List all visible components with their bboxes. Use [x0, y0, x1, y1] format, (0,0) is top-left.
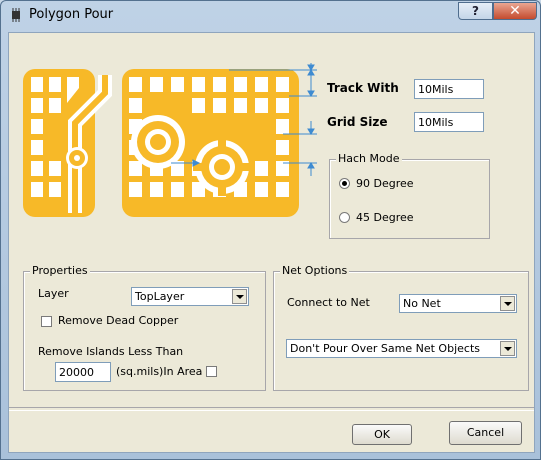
- properties-title: Properties: [30, 264, 90, 277]
- layer-label: Layer: [38, 287, 69, 300]
- layer-select-value: TopLayer: [135, 290, 185, 303]
- remove-dead-copper-checkbox[interactable]: [41, 316, 52, 327]
- close-button[interactable]: ✕: [493, 2, 537, 20]
- grid-size-input[interactable]: [414, 112, 484, 132]
- track-width-input[interactable]: [414, 79, 484, 99]
- help-icon: ?: [472, 4, 479, 18]
- polygon-pour-preview-icon: [23, 63, 317, 217]
- radio-90-degree[interactable]: [339, 178, 350, 189]
- ok-button[interactable]: OK: [352, 424, 412, 445]
- islands-unit-label: (sq.mils)In Area: [116, 365, 203, 378]
- footer-divider: [9, 407, 534, 411]
- connect-to-net-label: Connect to Net: [287, 296, 370, 309]
- pour-over-select[interactable]: Don't Pour Over Same Net Objects: [286, 339, 517, 358]
- properties-group: Properties Layer TopLayer Remove Dead Co…: [23, 264, 266, 391]
- remove-islands-label: Remove Islands Less Than: [38, 345, 184, 358]
- connect-to-net-select[interactable]: No Net: [399, 294, 517, 313]
- track-width-label: Track With: [327, 81, 399, 95]
- pour-over-value: Don't Pour Over Same Net Objects: [290, 342, 480, 355]
- remove-dead-copper-label[interactable]: Remove Dead Copper: [58, 314, 178, 327]
- chevron-down-icon[interactable]: [232, 289, 247, 304]
- chevron-down-icon[interactable]: [500, 341, 515, 356]
- help-button[interactable]: ?: [458, 2, 493, 20]
- hatch-mode-group: Hach Mode 90 Degree 45 Degree: [329, 152, 490, 239]
- chip-icon: [12, 8, 20, 22]
- cancel-button[interactable]: Cancel: [449, 421, 522, 445]
- window-title: Polygon Pour: [29, 7, 114, 22]
- layer-select[interactable]: TopLayer: [131, 287, 249, 306]
- dialog-client-area: Track With Grid Size Hach Mode 90 Degree…: [8, 32, 535, 453]
- radio-90-degree-label[interactable]: 90 Degree: [356, 177, 414, 190]
- chevron-down-icon[interactable]: [500, 296, 515, 311]
- net-options-title: Net Options: [280, 264, 350, 277]
- polygon-pour-dialog: Polygon Pour ? ✕ Track With 10Mils Grid …: [0, 0, 541, 460]
- islands-area-input[interactable]: [55, 362, 111, 382]
- net-options-group: Net Options Connect to Net No Net Don't …: [273, 264, 529, 391]
- connect-to-net-value: No Net: [403, 297, 441, 310]
- hatch-mode-title: Hach Mode: [336, 152, 402, 165]
- in-area-checkbox[interactable]: [206, 366, 217, 377]
- title-bar[interactable]: Polygon Pour ? ✕: [1, 1, 540, 29]
- radio-45-degree[interactable]: [339, 212, 350, 223]
- cancel-button-label: Cancel: [466, 426, 505, 439]
- grid-size-label: Grid Size: [327, 115, 388, 129]
- ok-button-label: OK: [374, 428, 390, 441]
- radio-45-degree-label[interactable]: 45 Degree: [356, 211, 414, 224]
- close-icon: ✕: [509, 3, 521, 19]
